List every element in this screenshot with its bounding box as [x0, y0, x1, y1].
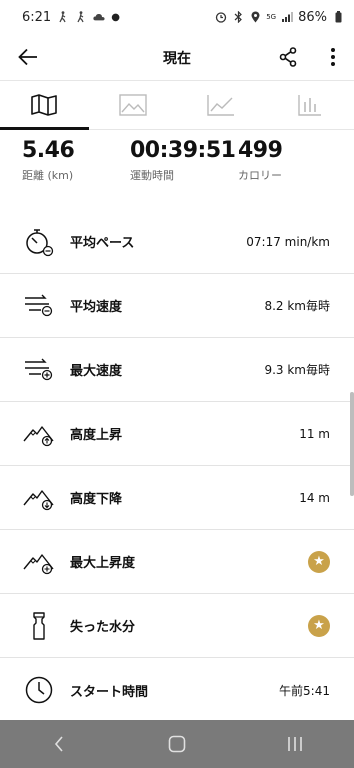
recents-icon	[288, 737, 302, 751]
row-value: 14 m	[299, 490, 330, 505]
row-label: 平均速度	[70, 300, 123, 315]
status-left: 6:21 ●	[22, 10, 120, 25]
bar-chart-icon	[298, 95, 321, 116]
status-bar: 6:21 ● 5G 86%	[0, 0, 354, 34]
status-right: 5G 86%	[215, 10, 344, 25]
tab-bar-chart[interactable]	[266, 81, 354, 129]
chevron-left-icon	[54, 736, 63, 752]
clock-icon	[20, 673, 58, 707]
list-item: 高度下降 14 m	[0, 466, 354, 530]
row-label: 最大速度	[70, 364, 123, 379]
max-elevation-icon	[20, 545, 58, 579]
max-speed-icon	[20, 353, 58, 387]
row-value: 07:17 min/km	[246, 234, 330, 249]
list-item: 平均速度 8.2 km毎時	[0, 274, 354, 338]
row-label: 最大上昇度	[70, 556, 136, 571]
distance-label: 距離 (km)	[22, 169, 74, 182]
calories-value: 499	[238, 138, 283, 163]
list-item: 失った水分 ★	[0, 594, 354, 658]
list-item: 高度上昇 11 m	[0, 402, 354, 466]
summary-stats: 5.46 距離 (km) 00:39:51 運動時間 499 カロリー	[0, 138, 354, 196]
list-item: 平均ペース 07:17 min/km	[0, 210, 354, 274]
stat-distance: 5.46 距離 (km)	[22, 138, 75, 183]
row-label: 高度上昇	[70, 428, 123, 443]
duration-value: 00:39:51	[130, 138, 236, 163]
share-button[interactable]	[274, 43, 302, 71]
tab-map[interactable]	[0, 81, 89, 130]
row-value: 午前5:41	[279, 683, 330, 698]
nav-home-button[interactable]	[157, 724, 197, 764]
tab-photo[interactable]	[89, 81, 178, 129]
stat-calories: 499 カロリー	[238, 138, 283, 183]
more-options-button[interactable]	[324, 43, 342, 71]
row-value: 11 m	[299, 426, 330, 441]
network-label: 5G	[266, 13, 277, 21]
row-label: 失った水分	[70, 620, 136, 635]
tab-chart[interactable]	[177, 81, 266, 129]
list-item: スタート時間 午前5:41	[0, 658, 354, 722]
battery-label: 86%	[298, 9, 327, 25]
signal-icon	[281, 11, 294, 23]
tab-bar	[0, 80, 354, 130]
home-square-icon	[168, 735, 186, 753]
image-icon	[119, 94, 147, 116]
status-time: 6:21	[22, 9, 52, 25]
share-icon	[279, 47, 297, 67]
stat-duration: 00:39:51 運動時間	[130, 138, 236, 183]
walking-icon	[75, 11, 87, 23]
star-badge-icon[interactable]: ★	[308, 614, 330, 637]
speed-lines-icon	[20, 289, 58, 323]
metrics-list: 平均ペース 07:17 min/km 平均速度 8.2 km毎時 最大速度 9.…	[0, 210, 354, 722]
battery-icon	[332, 11, 344, 23]
row-value: 9.3 km毎時	[264, 363, 330, 377]
cloud-icon	[93, 11, 105, 23]
more-vertical-icon	[331, 48, 335, 66]
nav-recents-button[interactable]	[275, 724, 315, 764]
water-bottle-icon	[20, 609, 58, 643]
elevation-up-icon	[20, 417, 58, 451]
elevation-down-icon	[20, 481, 58, 515]
row-label: 高度下降	[70, 492, 123, 507]
system-nav-bar	[0, 720, 354, 768]
row-label: スタート時間	[70, 684, 149, 700]
row-label: 平均ペース	[70, 236, 135, 251]
location-icon	[249, 11, 261, 23]
scrollbar[interactable]	[350, 392, 354, 496]
stopwatch-icon	[20, 225, 58, 259]
list-item: 最大上昇度 ★	[0, 530, 354, 594]
distance-value: 5.46	[22, 138, 75, 163]
line-chart-icon	[207, 95, 235, 116]
row-value: 8.2 km毎時	[264, 299, 330, 313]
calories-label: カロリー	[238, 169, 282, 182]
alarm-icon	[215, 11, 227, 23]
star-badge-icon[interactable]: ★	[308, 550, 330, 573]
list-item: 最大速度 9.3 km毎時	[0, 338, 354, 402]
bluetooth-icon	[232, 11, 244, 23]
walking-icon	[57, 11, 69, 23]
dot-icon: ●	[111, 11, 120, 23]
map-icon	[31, 94, 58, 116]
nav-back-button[interactable]	[39, 724, 79, 764]
app-bar: 現在	[0, 34, 354, 80]
duration-label: 運動時間	[130, 169, 174, 182]
